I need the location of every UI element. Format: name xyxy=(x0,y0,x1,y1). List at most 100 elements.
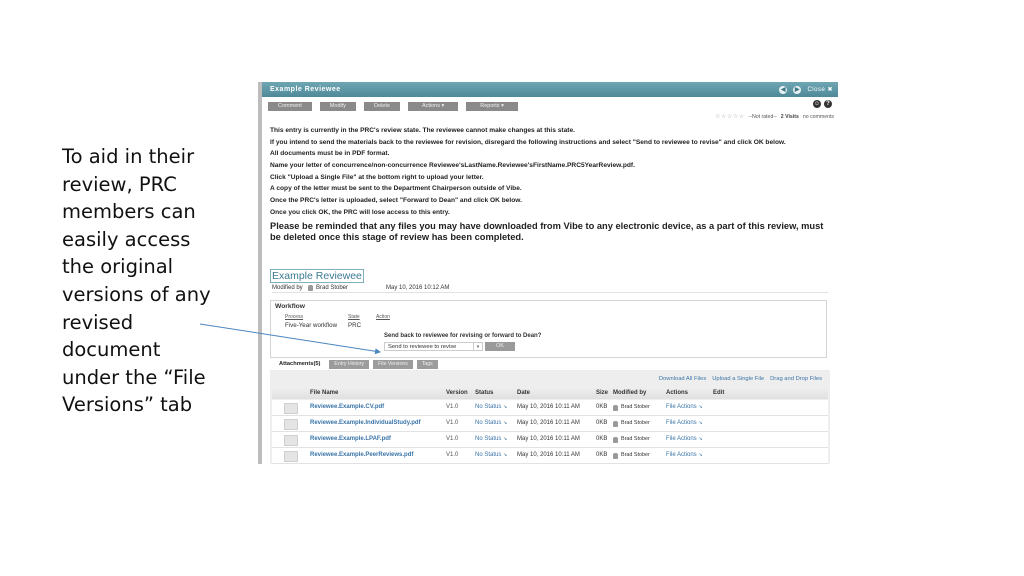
instruction-text: Name your letter of concurrence/non-conc… xyxy=(270,162,635,170)
col-version[interactable]: Version xyxy=(446,388,468,399)
window-title: Example Reviewee xyxy=(270,86,341,93)
file-status-link[interactable]: No Status ↘ xyxy=(475,432,507,447)
file-modified-by[interactable]: Brad Stober xyxy=(613,432,650,447)
rating-bar: ☆☆☆☆☆ --Not rated-- 2 Visits no comments xyxy=(715,113,834,121)
file-thumbnail-icon[interactable] xyxy=(284,451,298,462)
reminder-text: Please be reminded that any files you ma… xyxy=(270,220,824,242)
tab-attachments[interactable]: Attachments(5) xyxy=(274,360,326,369)
modify-button[interactable]: Modify xyxy=(319,102,357,111)
file-status-link[interactable]: No Status ↘ xyxy=(475,416,507,431)
comment-button[interactable]: Comment xyxy=(268,102,312,111)
col-edit: Edit xyxy=(713,390,725,396)
workflow-heading: Workflow xyxy=(275,303,305,310)
file-date: May 10, 2016 10:11 AM xyxy=(517,404,580,410)
user-icon xyxy=(613,420,618,427)
tab-file-versions[interactable]: File Versions xyxy=(373,360,413,369)
dropdown-arrow-icon: ↘ xyxy=(698,420,703,426)
caption-line: under the “File xyxy=(62,365,206,389)
screenshot-window: Example Reviewee ◀ ▶ Close ✖ Comment Mod… xyxy=(258,82,838,464)
caption-line: members can xyxy=(62,200,196,224)
caption-line: To aid in their xyxy=(62,145,195,168)
file-thumbnail-icon[interactable] xyxy=(284,403,298,414)
actions-menu-button[interactable]: Actions ▾ xyxy=(407,102,459,111)
chevron-down-icon[interactable]: ▾ xyxy=(474,342,483,351)
user-icon xyxy=(613,404,618,411)
file-modified-by[interactable]: Brad Stober xyxy=(613,400,650,415)
workflow-panel: Workflow Process State Action Five-Year … xyxy=(270,300,827,358)
workflow-state: PRC xyxy=(348,322,362,329)
col-modified-by[interactable]: Modified by xyxy=(613,388,646,399)
file-thumbnail-icon[interactable] xyxy=(284,435,298,446)
action-column-header: Action xyxy=(376,314,390,320)
previous-arrow-icon[interactable]: ◀ xyxy=(779,85,788,94)
tab-entry-history[interactable]: Entry History xyxy=(329,360,370,369)
modified-by[interactable]: Brad Stober xyxy=(316,285,348,291)
file-actions-link[interactable]: File Actions ↘ xyxy=(666,448,703,463)
col-status[interactable]: Status xyxy=(475,388,493,399)
entry-instructions: This entry is currently in the PRC's rev… xyxy=(270,127,836,247)
close-label: Close xyxy=(807,87,826,93)
entry-title: Example Reviewee xyxy=(270,269,364,283)
close-icon: ✖ xyxy=(827,87,833,93)
file-name-link[interactable]: Reviewee.Example.LPAF.pdf xyxy=(310,432,391,447)
table-row: Reviewee.Example.PeerReviews.pdf V1.0 No… xyxy=(272,448,828,464)
delete-button[interactable]: Delete xyxy=(364,102,400,111)
col-actions: Actions xyxy=(666,390,689,396)
caption-line: document xyxy=(62,338,161,362)
file-thumbnail-icon[interactable] xyxy=(284,419,298,430)
file-status-link[interactable]: No Status ↘ xyxy=(475,448,507,463)
file-modified-by[interactable]: Brad Stober xyxy=(613,448,650,463)
col-size[interactable]: Size xyxy=(596,388,608,399)
table-row: Reviewee.Example.IndividualStudy.pdf V1.… xyxy=(272,416,828,432)
state-column-header: State xyxy=(348,314,360,320)
upload-single-file-link[interactable]: Upload a Single File xyxy=(712,376,764,382)
help-icon[interactable]: ? xyxy=(824,100,832,108)
file-version: V1.0 xyxy=(446,404,459,410)
workflow-action-select[interactable]: Send to reviewee to revise xyxy=(384,342,474,351)
caption-line: the original xyxy=(62,255,174,279)
file-date: May 10, 2016 10:11 AM xyxy=(517,420,580,426)
modified-label: Modified by xyxy=(272,284,303,291)
file-actions-link[interactable]: File Actions ↘ xyxy=(666,416,703,431)
rating-stars-icon[interactable]: ☆☆☆☆☆ xyxy=(715,113,744,120)
user-icon[interactable]: ☺ xyxy=(813,100,821,108)
user-icon xyxy=(613,452,618,459)
file-date: May 10, 2016 10:11 AM xyxy=(517,452,580,458)
instruction-text: If you intend to send the materials back… xyxy=(270,138,786,146)
file-size: 0KB xyxy=(596,452,608,458)
entry-toolbar: Comment Modify Delete Actions ▾ Reports … xyxy=(262,97,838,112)
dropdown-arrow-icon: ↘ xyxy=(698,452,703,458)
dropdown-arrow-icon: ↘ xyxy=(503,436,508,442)
col-file-name[interactable]: File Name xyxy=(310,388,338,399)
file-version: V1.0 xyxy=(446,436,459,442)
attachments-table-header: File Name Version Status Date Size Modif… xyxy=(272,388,828,399)
file-name-link[interactable]: Reviewee.Example.PeerReviews.pdf xyxy=(310,448,413,463)
file-status-link[interactable]: No Status ↘ xyxy=(475,400,507,415)
ok-button[interactable]: OK xyxy=(485,342,515,351)
workflow-question: Send back to reviewee for revising or fo… xyxy=(384,333,542,339)
dropdown-arrow-icon: ↘ xyxy=(503,420,508,426)
entry-tabs: Attachments(5) Entry History File Versio… xyxy=(274,360,438,369)
file-size: 0KB xyxy=(596,404,608,410)
close-button[interactable]: Close ✖ xyxy=(807,86,833,93)
caption-line: Versions” tab xyxy=(62,393,193,417)
file-modified-by[interactable]: Brad Stober xyxy=(613,416,650,431)
reports-menu-button[interactable]: Reports ▾ xyxy=(466,102,518,111)
instruction-text: This entry is currently in the PRC's rev… xyxy=(270,127,575,134)
tab-tags[interactable]: Tags xyxy=(416,360,438,369)
instruction-text: A copy of the letter must be sent to the… xyxy=(270,185,522,193)
file-actions-link[interactable]: File Actions ↘ xyxy=(666,432,703,447)
slide-caption: To aid in their review, PRC members can … xyxy=(62,143,242,419)
dropdown-arrow-icon: ↘ xyxy=(503,404,508,410)
col-date[interactable]: Date xyxy=(517,388,530,399)
instruction-text: Click "Upload a Single File" at the bott… xyxy=(270,173,484,181)
drag-and-drop-files-link[interactable]: Drag and Drop Files xyxy=(770,376,822,382)
window-titlebar: Example Reviewee ◀ ▶ Close ✖ xyxy=(262,82,838,97)
file-date: May 10, 2016 10:11 AM xyxy=(517,436,580,442)
file-actions-link[interactable]: File Actions ↘ xyxy=(666,400,703,415)
download-all-files-link[interactable]: Download All Files xyxy=(659,376,706,382)
file-name-link[interactable]: Reviewee.Example.CV.pdf xyxy=(310,400,384,415)
next-arrow-icon[interactable]: ▶ xyxy=(793,85,802,94)
dropdown-arrow-icon: ↘ xyxy=(698,436,703,442)
file-name-link[interactable]: Reviewee.Example.IndividualStudy.pdf xyxy=(310,416,421,431)
